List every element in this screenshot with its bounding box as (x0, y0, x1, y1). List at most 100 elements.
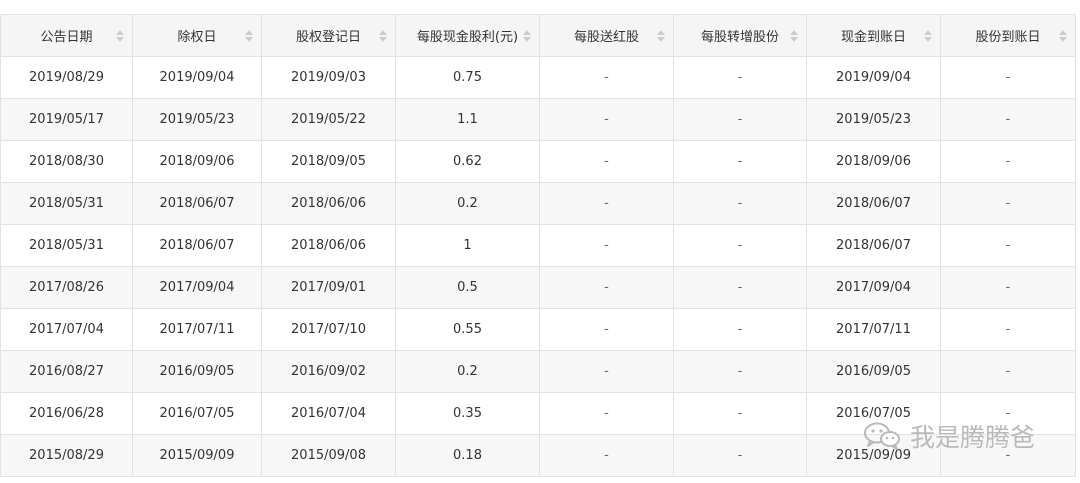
bonus-shares-cell: - (539, 266, 674, 309)
record-date-cell: 2016/09/02 (261, 350, 396, 393)
column-header-share-arrival-date[interactable]: 股份到账日 (940, 14, 1076, 57)
announcement-date-cell: 2016/08/27 (0, 350, 133, 393)
cash-arrival-date-cell: 2017/07/11 (806, 308, 941, 351)
column-header-label: 股份到账日 (975, 30, 1041, 45)
cash-arrival-date-cell: 2018/09/06 (806, 140, 941, 183)
column-header-cash-dividend[interactable]: 每股现金股利(元) (395, 14, 540, 57)
ex-rights-date-cell: 2018/09/06 (132, 140, 262, 183)
share-arrival-date-cell: - (940, 182, 1076, 225)
column-header-label: 每股转增股份 (700, 30, 779, 45)
cash-dividend-cell: 0.75 (395, 56, 540, 99)
share-arrival-date-cell: - (940, 350, 1076, 393)
bonus-shares-cell: - (539, 182, 674, 225)
column-header-label: 每股现金股利(元) (416, 30, 519, 45)
cash-dividend-cell: 0.18 (395, 434, 540, 477)
column-header-transfer-shares[interactable]: 每股转增股份 (673, 14, 807, 57)
ex-rights-date-cell: 2017/09/04 (132, 266, 262, 309)
transfer-shares-cell: - (673, 140, 807, 183)
dividend-table: 公告日期 除权日 股权登记日 每股现金股利(元) 每股送红股 每股转增股份 现金… (0, 14, 1076, 477)
ex-rights-date-cell: 2016/07/05 (132, 392, 262, 435)
sort-icon[interactable] (1059, 29, 1067, 42)
sort-icon[interactable] (379, 29, 387, 42)
cash-dividend-cell: 0.2 (395, 350, 540, 393)
column-header-label: 每股送红股 (573, 30, 639, 45)
record-date-cell: 2017/09/01 (261, 266, 396, 309)
sort-icon[interactable] (116, 29, 124, 42)
bonus-shares-cell: - (539, 224, 674, 267)
announcement-date-cell: 2018/05/31 (0, 224, 133, 267)
transfer-shares-cell: - (673, 308, 807, 351)
sort-icon[interactable] (245, 29, 253, 42)
announcement-date-cell: 2015/08/29 (0, 434, 133, 477)
ex-rights-date-cell: 2017/07/11 (132, 308, 262, 351)
cash-dividend-cell: 0.35 (395, 392, 540, 435)
transfer-shares-cell: - (673, 392, 807, 435)
cash-dividend-cell: 0.5 (395, 266, 540, 309)
table-row: 2016/06/28 2016/07/05 2016/07/04 0.35- -2016… (0, 392, 1076, 435)
cash-dividend-cell: 0.62 (395, 140, 540, 183)
record-date-cell: 2019/05/22 (261, 98, 396, 141)
announcement-date-cell: 2019/08/29 (0, 56, 133, 99)
bonus-shares-cell: - (539, 98, 674, 141)
transfer-shares-cell: - (673, 224, 807, 267)
table-row: 2015/08/29 2015/09/09 2015/09/08 0.18- -2015… (0, 434, 1076, 477)
transfer-shares-cell: - (673, 350, 807, 393)
announcement-date-cell: 2017/07/04 (0, 308, 133, 351)
sort-icon[interactable] (790, 29, 798, 42)
announcement-date-cell: 2016/06/28 (0, 392, 133, 435)
sort-icon[interactable] (657, 29, 665, 42)
table-row: 2016/08/27 2016/09/05 2016/09/02 0.2- -2016/… (0, 350, 1076, 393)
dividend-table-container: 公告日期 除权日 股权登记日 每股现金股利(元) 每股送红股 每股转增股份 现金… (0, 14, 1076, 477)
table-row: 2019/05/17 2019/05/23 2019/05/22 1.1- -2019/… (0, 98, 1076, 141)
record-date-cell: 2018/06/06 (261, 224, 396, 267)
record-date-cell: 2017/07/10 (261, 308, 396, 351)
transfer-shares-cell: - (673, 182, 807, 225)
bonus-shares-cell: - (539, 140, 674, 183)
share-arrival-date-cell: - (940, 140, 1076, 183)
share-arrival-date-cell: - (940, 98, 1076, 141)
record-date-cell: 2016/07/04 (261, 392, 396, 435)
cash-dividend-cell: 1 (395, 224, 540, 267)
ex-rights-date-cell: 2019/09/04 (132, 56, 262, 99)
column-header-label: 公告日期 (40, 30, 93, 45)
record-date-cell: 2019/09/03 (261, 56, 396, 99)
ex-rights-date-cell: 2018/06/07 (132, 182, 262, 225)
bonus-shares-cell: - (539, 392, 674, 435)
record-date-cell: 2015/09/08 (261, 434, 396, 477)
column-header-label: 除权日 (177, 30, 217, 45)
column-header-label: 现金到账日 (840, 30, 906, 45)
cash-arrival-date-cell: 2018/06/07 (806, 182, 941, 225)
bonus-shares-cell: - (539, 434, 674, 477)
table-row: 2018/08/30 2018/09/06 2018/09/05 0.62- -2018… (0, 140, 1076, 183)
column-header-label: 股权登记日 (295, 30, 361, 45)
column-header-ex-rights-date[interactable]: 除权日 (132, 14, 262, 57)
cash-dividend-cell: 1.1 (395, 98, 540, 141)
cash-arrival-date-cell: 2016/09/05 (806, 350, 941, 393)
transfer-shares-cell: - (673, 434, 807, 477)
record-date-cell: 2018/06/06 (261, 182, 396, 225)
column-header-record-date[interactable]: 股权登记日 (261, 14, 396, 57)
bonus-shares-cell: - (539, 308, 674, 351)
cash-dividend-cell: 0.2 (395, 182, 540, 225)
column-header-bonus-shares[interactable]: 每股送红股 (539, 14, 674, 57)
share-arrival-date-cell: - (940, 224, 1076, 267)
share-arrival-date-cell: - (940, 308, 1076, 351)
record-date-cell: 2018/09/05 (261, 140, 396, 183)
announcement-date-cell: 2019/05/17 (0, 98, 133, 141)
table-row: 2018/05/31 2018/06/07 2018/06/06 0.2- -2018/… (0, 182, 1076, 225)
cash-arrival-date-cell: 2016/07/05 (806, 392, 941, 435)
ex-rights-date-cell: 2019/05/23 (132, 98, 262, 141)
cash-arrival-date-cell: 2019/09/04 (806, 56, 941, 99)
transfer-shares-cell: - (673, 266, 807, 309)
announcement-date-cell: 2018/08/30 (0, 140, 133, 183)
sort-icon[interactable] (924, 29, 932, 42)
cash-arrival-date-cell: 2019/05/23 (806, 98, 941, 141)
bonus-shares-cell: - (539, 56, 674, 99)
share-arrival-date-cell: - (940, 434, 1076, 477)
column-header-cash-arrival-date[interactable]: 现金到账日 (806, 14, 941, 57)
sort-icon[interactable] (523, 29, 531, 42)
cash-dividend-cell: 0.55 (395, 308, 540, 351)
column-header-announcement-date[interactable]: 公告日期 (0, 14, 133, 57)
cash-arrival-date-cell: 2015/09/09 (806, 434, 941, 477)
cash-arrival-date-cell: 2017/09/04 (806, 266, 941, 309)
